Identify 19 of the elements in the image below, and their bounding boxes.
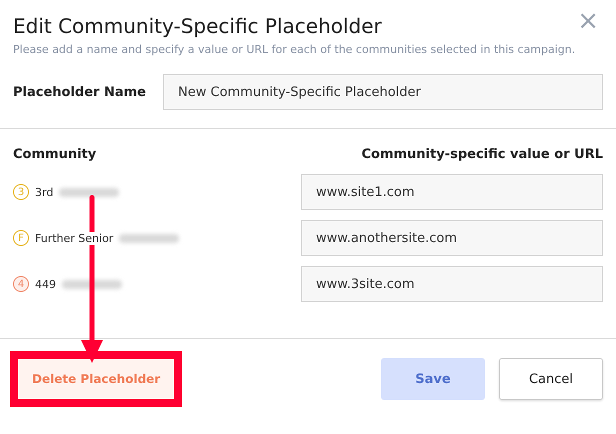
- url-field[interactable]: www.3site.com: [301, 266, 603, 302]
- blurred-text: [62, 280, 122, 288]
- url-field[interactable]: www.anothersite.com: [301, 220, 603, 256]
- column-header: Community-specific value or URL: [361, 147, 603, 162]
- community-name: 449: [35, 278, 56, 290]
- column-header: Community: [13, 147, 96, 162]
- field-label: Placeholder Name: [13, 84, 147, 100]
- cancel-button[interactable]: Cancel: [499, 358, 603, 400]
- url-field[interactable]: www.site1.com: [301, 174, 603, 210]
- blurred-text: [59, 188, 120, 196]
- community-name: Further Senior: [35, 232, 114, 244]
- community-badge: 3: [13, 184, 29, 200]
- dialog-title: Edit Community-Specific Placeholder: [13, 14, 382, 38]
- community-badge: F: [13, 230, 29, 246]
- dialog-subtitle: Please add a name and specify a value or URL for each of the communities selected in this campaign.: [13, 43, 576, 56]
- name-field[interactable]: New Community-Specific Placeholder: [163, 74, 603, 110]
- blurred-text: [119, 234, 180, 242]
- community-name: 3rd: [35, 186, 54, 198]
- community-badge: 4: [13, 276, 29, 292]
